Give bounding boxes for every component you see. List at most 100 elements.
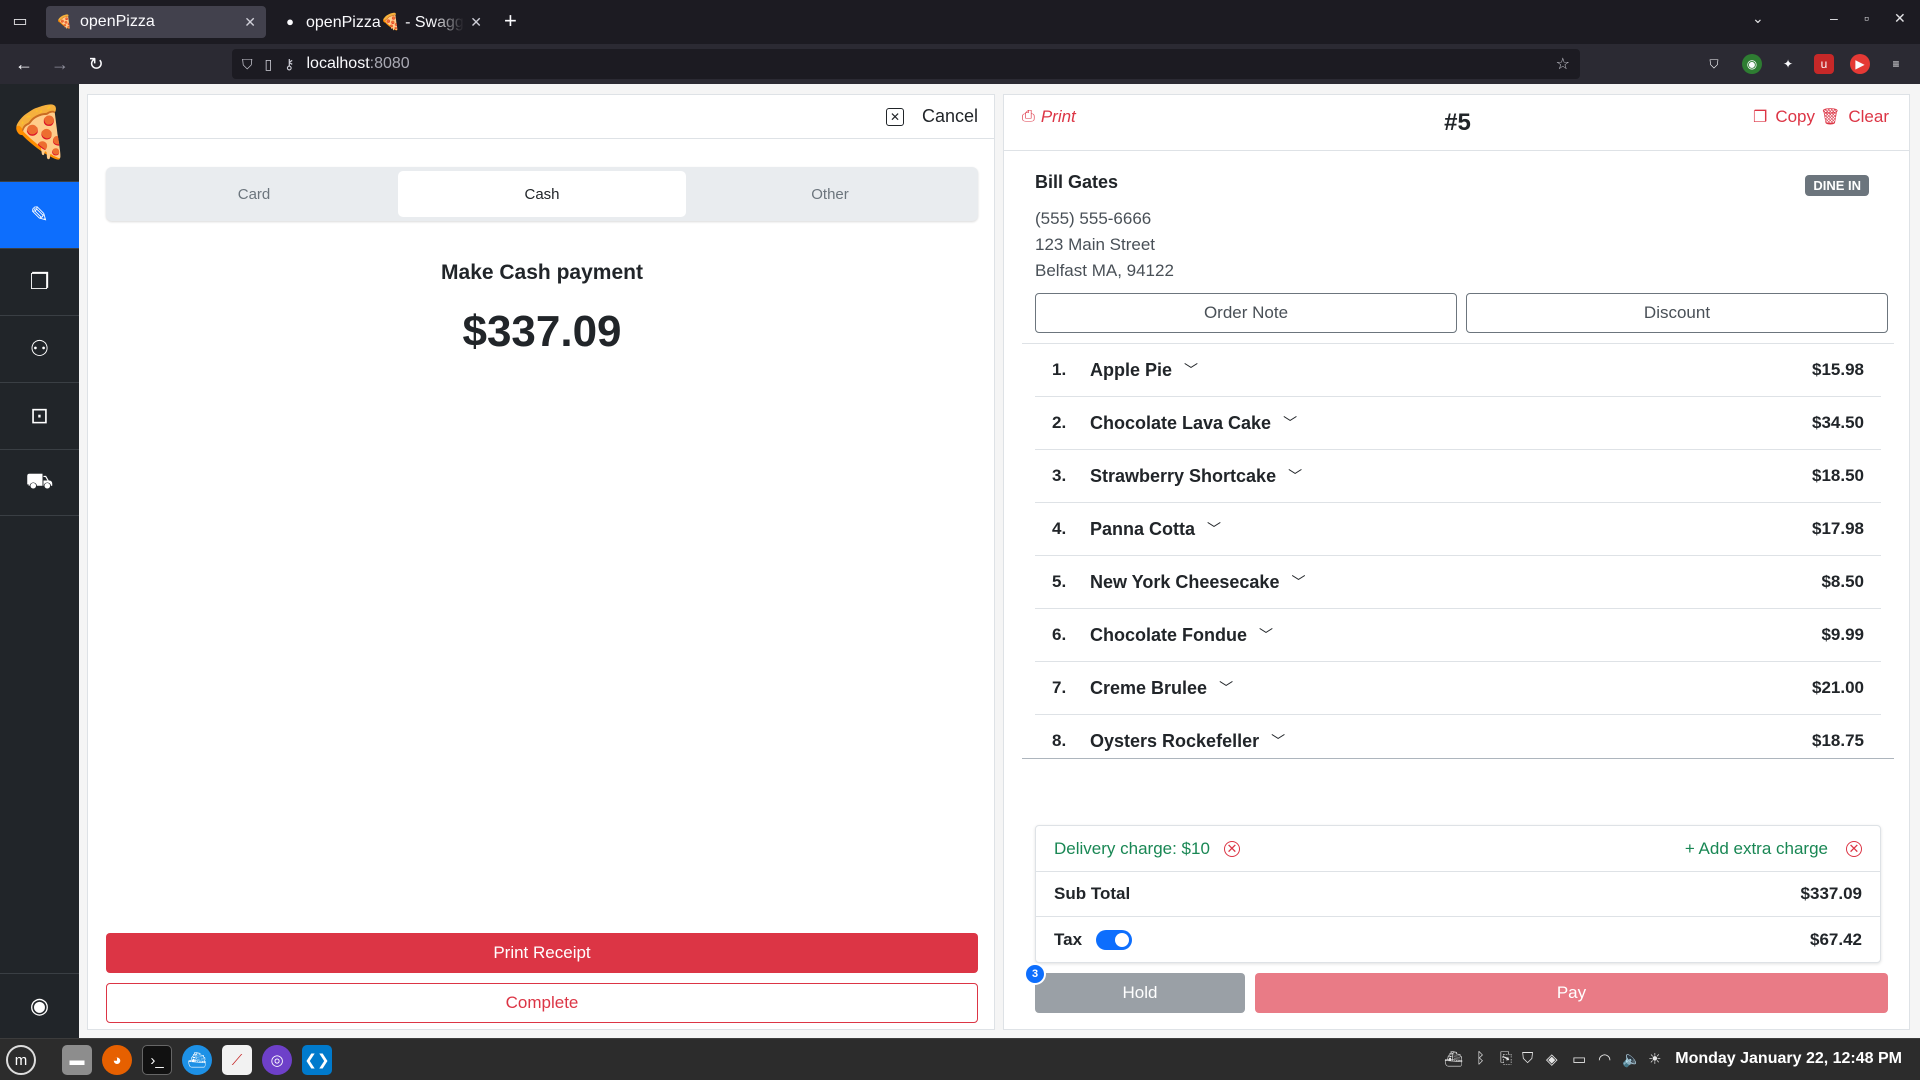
payment-header: ✕ Cancel — [88, 95, 994, 139]
tab-cash[interactable]: Cash — [398, 171, 686, 217]
list-all-tabs-icon[interactable]: ⌄ — [1752, 10, 1764, 27]
forward-icon[interactable]: → — [48, 52, 72, 76]
add-extra-charge-button[interactable]: + Add extra charge ✕ — [1685, 839, 1862, 859]
complete-button[interactable]: Complete — [106, 983, 978, 1023]
sidebar-item-delivery[interactable]: ⛟ — [0, 449, 79, 516]
bookmark-star-icon[interactable]: ☆ — [1556, 54, 1570, 74]
order-panel: ⎙ Print #5 ❐ Copy 🗑 Clear Bill Gates (55… — [1003, 94, 1910, 1030]
list-item[interactable]: 6. Chocolate Fondue ﹀ $9.99 — [1035, 609, 1881, 662]
youtube-extension-icon[interactable]: ▶ — [1850, 54, 1870, 74]
docker-icon[interactable]: ⛴ — [182, 1045, 212, 1075]
list-item[interactable]: 1. Apple Pie ﹀ $15.98 — [1035, 344, 1881, 397]
order-note-button[interactable]: Order Note — [1035, 293, 1457, 333]
bluetooth-icon[interactable]: ᛒ — [1476, 1050, 1485, 1067]
sidebar-item-customers[interactable]: ⚇ — [0, 315, 79, 382]
extensions-puzzle-icon[interactable]: ✦ — [1778, 54, 1798, 74]
clock[interactable]: Monday January 22, 12:48 PM — [1675, 1050, 1902, 1068]
item-number: 5. — [1052, 572, 1067, 591]
remove-delivery-charge-icon[interactable]: ✕ — [1223, 840, 1240, 857]
chevron-down-icon[interactable]: ﹀ — [1291, 572, 1305, 592]
wifi-icon[interactable]: ◠ — [1598, 1050, 1611, 1068]
payment-amount: $337.09 — [462, 307, 622, 356]
mint-menu-icon[interactable]: m — [6, 1045, 36, 1075]
clear-button[interactable]: 🗑 Clear — [1820, 107, 1889, 127]
key-icon[interactable]: ⚷ — [284, 56, 294, 73]
chevron-down-icon[interactable]: ﹀ — [1259, 625, 1273, 645]
list-item[interactable]: 2. Chocolate Lava Cake ﹀ $34.50 — [1035, 397, 1881, 450]
edit-icon: ✎ — [30, 202, 49, 227]
pocket-icon[interactable]: ⛉ — [1704, 54, 1724, 74]
sidebar-item-order[interactable]: ✎ — [0, 181, 79, 248]
subtotal-row: Sub Total $337.09 — [1036, 872, 1880, 917]
reload-icon[interactable]: ↻ — [84, 52, 108, 76]
github-icon[interactable]: ◎ — [262, 1045, 292, 1075]
window-close-icon[interactable]: ✕ — [1894, 10, 1906, 27]
tab-card[interactable]: Card — [110, 171, 398, 217]
maximize-icon[interactable]: ▫ — [1864, 10, 1869, 26]
tax-toggle[interactable] — [1096, 929, 1133, 950]
copy-button[interactable]: ❐ Copy — [1753, 107, 1815, 127]
file-manager-icon[interactable]: ▬ — [62, 1045, 92, 1075]
back-icon[interactable]: ← — [12, 52, 36, 76]
firefox-icon[interactable]: ◕ — [102, 1045, 132, 1075]
sidebar-item-account[interactable]: ◉ — [0, 973, 79, 1038]
tab-other[interactable]: Other — [686, 171, 974, 217]
chevron-down-icon[interactable]: ﹀ — [1207, 519, 1221, 539]
docker-tray-icon[interactable]: ⛴ — [1444, 1050, 1463, 1068]
new-tab-icon[interactable]: + — [504, 10, 517, 32]
chevron-down-icon[interactable]: ﹀ — [1184, 360, 1198, 380]
cancel-button[interactable]: ✕ Cancel — [885, 106, 978, 127]
clipboard-icon[interactable]: ⎘ — [1500, 1050, 1512, 1067]
list-item[interactable]: 7. Creme Brulee ﹀ $21.00 — [1035, 662, 1881, 715]
shield-tray-icon[interactable]: ⛉ — [1522, 1050, 1533, 1067]
browser-tab-swagger[interactable]: ● openPizza🍕 - Swagger UI ✕ — [272, 6, 492, 38]
order-items-list[interactable]: 1. Apple Pie ﹀ $15.98 2. Chocolate Lava … — [1022, 343, 1894, 759]
item-price: $34.50 — [1812, 413, 1864, 432]
chevron-down-icon[interactable]: ﹀ — [1283, 413, 1297, 433]
terminal-icon[interactable]: ›_ — [142, 1045, 172, 1075]
os-taskbar: m ▬ ◕ ›_ ⛴ ⟋ ◎ ❮❯ ⛴ ᛒ ⎘ ⛉ ◈ ▭ ◠ 🔈 ☀ Mond… — [0, 1038, 1920, 1080]
ublock-icon[interactable]: u — [1814, 54, 1834, 74]
delivery-charge-label[interactable]: Delivery charge: $10 — [1054, 839, 1210, 859]
minimize-icon[interactable]: – — [1830, 10, 1838, 26]
item-name: New York Cheesecake — [1090, 571, 1280, 592]
system-monitor-icon[interactable]: ⟋ — [222, 1045, 252, 1075]
item-name: Chocolate Fondue — [1090, 624, 1247, 645]
list-item[interactable]: 8. Oysters Rockefeller ﹀ $18.75 — [1035, 715, 1881, 758]
pay-button[interactable]: Pay — [1255, 973, 1888, 1013]
close-tab-icon[interactable]: ✕ — [244, 14, 256, 31]
sidebar-item-cash[interactable]: ⊡ — [0, 382, 79, 449]
vscode-icon[interactable]: ❮❯ — [302, 1045, 332, 1075]
menu-hamburger-icon[interactable]: ≡ — [1886, 54, 1906, 74]
brightness-icon[interactable]: ☀ — [1648, 1050, 1661, 1068]
list-item[interactable]: 4. Panna Cotta ﹀ $17.98 — [1035, 503, 1881, 556]
browser-tab-openpizza[interactable]: 🍕 openPizza ✕ — [46, 6, 266, 38]
sidebar-item-orders-list[interactable]: ❐ — [0, 248, 79, 315]
item-number: 8. — [1052, 731, 1067, 750]
users-icon: ⚇ — [29, 336, 50, 361]
chevron-down-icon[interactable]: ﹀ — [1288, 466, 1302, 486]
customer-phone: (555) 555-6666 — [1035, 209, 1152, 228]
close-tab-icon[interactable]: ✕ — [470, 14, 482, 31]
app-root: 🍕 ✎ ❐ ⚇ ⊡ ⛟ ◉ ✕ Cancel Card Cash Other M… — [0, 84, 1920, 1038]
url-bar[interactable]: ⛉ ▯ ⚷ localhost:8080 ☆ — [232, 49, 1580, 79]
list-item[interactable]: 3. Strawberry Shortcake ﹀ $18.50 — [1035, 450, 1881, 503]
item-name: Panna Cotta — [1090, 518, 1196, 539]
print-receipt-button[interactable]: Print Receipt — [106, 933, 978, 973]
shield-icon[interactable]: ⛉ — [242, 56, 253, 73]
browser-tab-bar: ▭ 🍕 openPizza ✕ ● openPizza🍕 - Swagger U… — [0, 0, 1920, 44]
volume-icon[interactable]: 🔈 — [1622, 1050, 1641, 1068]
hold-button[interactable]: Hold — [1035, 973, 1245, 1013]
chevron-down-icon[interactable]: ﹀ — [1219, 678, 1233, 698]
order-type-badge[interactable]: DINE IN — [1805, 175, 1869, 196]
discount-button[interactable]: Discount — [1466, 293, 1888, 333]
item-name: Oysters Rockefeller — [1090, 730, 1260, 751]
tab-list-icon[interactable]: ▭ — [10, 12, 30, 32]
remove-extra-charge-icon[interactable]: ✕ — [1846, 840, 1862, 857]
display-icon[interactable]: ▭ — [1572, 1050, 1586, 1068]
chevron-down-icon[interactable]: ﹀ — [1271, 731, 1285, 751]
list-item[interactable]: 5. New York Cheesecake ﹀ $8.50 — [1035, 556, 1881, 609]
pizza-logo-icon[interactable]: 🍕 — [0, 84, 79, 181]
nvidia-icon[interactable]: ◈ — [1546, 1050, 1558, 1068]
extension-avatar-icon[interactable]: ◉ — [1742, 54, 1762, 74]
